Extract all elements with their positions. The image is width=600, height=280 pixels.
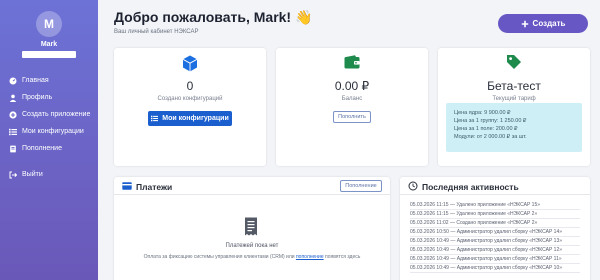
payments-empty-text: Оплата за фиксацию системы управления кл… <box>114 254 390 260</box>
tariff-prices: Цена ядра: 9 900.00 ₽ Цена за 1 группу: … <box>446 103 582 152</box>
list-icon <box>151 115 159 122</box>
list-icon <box>8 127 17 136</box>
credit-card-icon <box>122 182 132 190</box>
sidebar-item-home[interactable]: Главная <box>8 72 96 89</box>
activity-panel: Последняя активность 05.03.2026 11:15 — … <box>400 177 590 280</box>
configs-card: 0 Создано конфигураций Мои конфигурации <box>114 48 266 166</box>
payments-empty-title: Платежей пока нет <box>225 243 279 249</box>
sidebar-item-label: Мои конфигурации <box>22 128 84 135</box>
plus-circle-icon <box>8 110 17 119</box>
sidebar-item-label: Пополнение <box>22 145 62 152</box>
wallet-icon <box>8 144 17 153</box>
price-group: Цена за 1 группу: 1 250.00 ₽ <box>454 118 527 124</box>
topup-button[interactable]: Пополнить <box>333 111 371 123</box>
price-core: Цена ядра: 9 900.00 ₽ <box>454 110 511 116</box>
create-button[interactable]: Создать <box>498 14 588 33</box>
activity-title: Последняя активность <box>422 182 519 192</box>
list-item: 05.03.2026 10:49 — Администратор удалил … <box>410 255 580 264</box>
user-name: Mark <box>40 41 58 48</box>
tariff-label: Текущий тариф <box>492 96 536 102</box>
sidebar-item-profile[interactable]: Профиль <box>8 89 96 106</box>
payments-topup-button[interactable]: Пополнение <box>340 180 382 192</box>
create-button-label: Создать <box>532 19 566 28</box>
user-email-field <box>22 51 76 58</box>
payments-empty-text-before: Оплата за фиксацию системы управления кл… <box>143 254 295 260</box>
receipt-icon <box>245 217 257 236</box>
tag-icon <box>507 55 521 69</box>
dashboard-icon <box>8 76 17 85</box>
activity-header: Последняя активность <box>400 177 590 195</box>
page-title: Добро пожаловать, Mark! 👋 <box>114 9 313 25</box>
plus-icon <box>521 20 528 27</box>
configs-count: 0 <box>186 79 194 93</box>
user-icon <box>8 93 17 102</box>
payments-header: Платежи Пополнение <box>114 177 390 195</box>
history-icon <box>408 181 418 191</box>
sidebar-item-create-app[interactable]: Создать приложение <box>8 106 96 123</box>
list-item: 05.03.2026 11:15 — Удалено приложение «Н… <box>410 201 580 210</box>
list-item: 05.03.2026 10:50 — Администратор удалил … <box>410 228 580 237</box>
sidebar-item-my-configs[interactable]: Мои конфигурации <box>8 123 96 140</box>
logout-label: Выйти <box>22 171 43 178</box>
sidebar-nav: Главная Профиль Создать приложение Мои к… <box>8 72 96 157</box>
logout-icon <box>8 170 17 179</box>
list-item: 05.03.2026 11:15 — Удалено приложение «Н… <box>410 210 580 219</box>
price-modules: Модули: от 2 000.00 ₽ за шт. <box>454 134 527 140</box>
payments-title: Платежи <box>136 182 173 192</box>
tariff-value: Бета-тест <box>487 79 541 93</box>
configs-label: Создано конфигураций <box>157 96 223 102</box>
logout-button[interactable]: Выйти <box>8 166 43 183</box>
sidebar-item-label: Главная <box>22 77 49 84</box>
sidebar-item-label: Создать приложение <box>22 111 91 118</box>
balance-label: Баланс <box>341 96 363 102</box>
wallet-icon <box>344 55 360 69</box>
my-configs-button-label: Мои конфигурации <box>162 115 229 122</box>
balance-card: 0.00 ₽ Баланс Пополнить <box>276 48 428 166</box>
page-subtitle: Ваш личный кабинет НЭКСАР <box>114 29 199 35</box>
list-item: 05.03.2026 10:49 — Администратор удалил … <box>410 264 580 273</box>
tariff-card: Бета-тест Текущий тариф Цена ядра: 9 900… <box>438 48 590 166</box>
list-item: 05.03.2026 10:49 — Администратор удалил … <box>410 246 580 255</box>
cube-icon <box>182 55 198 72</box>
sidebar-item-label: Профиль <box>22 94 53 101</box>
activity-list: 05.03.2026 11:15 — Удалено приложение «Н… <box>410 201 580 273</box>
avatar[interactable]: M <box>36 11 62 37</box>
sidebar-item-topup[interactable]: Пополнение <box>8 140 96 157</box>
list-item: 05.03.2026 10:49 — Администратор удалил … <box>410 237 580 246</box>
payments-topup-link[interactable]: пополнение <box>296 254 324 260</box>
list-item: 05.03.2026 11:02 — Создано приложение «Н… <box>410 219 580 228</box>
price-field: Цена за 1 поле: 200.00 ₽ <box>454 126 518 132</box>
payments-panel: Платежи Пополнение Платежей пока нет Опл… <box>114 177 390 280</box>
my-configs-button[interactable]: Мои конфигурации <box>148 111 232 126</box>
sidebar: M Mark Главная Профиль Создать приложени… <box>0 0 98 280</box>
balance-value: 0.00 ₽ <box>334 79 370 93</box>
payments-empty-text-after: появятся здесь <box>325 254 361 260</box>
